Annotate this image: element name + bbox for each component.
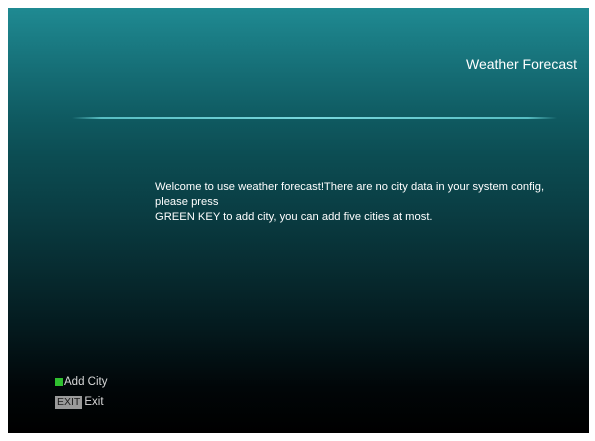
header-divider — [72, 117, 557, 119]
info-message-line-1: Welcome to use weather forecast!There ar… — [155, 181, 545, 208]
add-city-hint[interactable]: Add City — [55, 374, 107, 390]
exit-key-icon: EXIT — [55, 395, 83, 409]
weather-forecast-screen: Weather Forecast Welcome to use weather … — [8, 8, 589, 433]
page-title: Weather Forecast — [465, 56, 577, 72]
info-message-line-2: GREEN KEY to add city, you can add five … — [155, 211, 433, 223]
exit-hint[interactable]: EXIT Exit — [55, 394, 107, 410]
green-key-icon — [55, 378, 63, 386]
exit-label: Exit — [84, 396, 104, 408]
add-city-label: Add City — [64, 376, 108, 388]
info-message: Welcome to use weather forecast!There ar… — [155, 180, 575, 225]
key-legend: Add City EXIT Exit — [55, 374, 107, 414]
